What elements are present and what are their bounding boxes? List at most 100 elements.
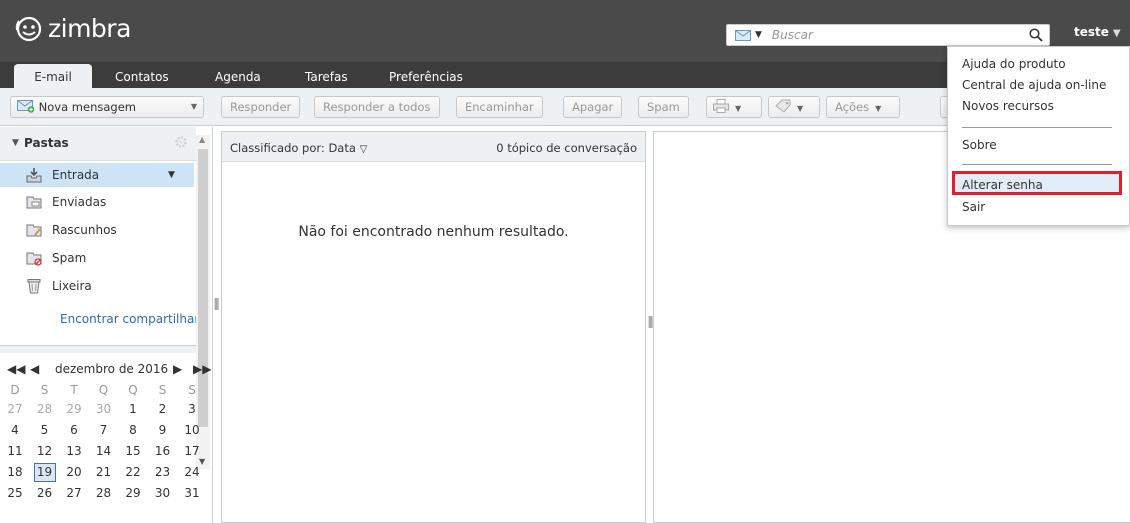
delete-button[interactable]: Apagar bbox=[563, 96, 623, 118]
tab-calendar[interactable]: Agenda bbox=[207, 67, 269, 88]
calendar-weekday: S bbox=[40, 383, 49, 397]
new-message-label: Nova mensagem bbox=[38, 100, 136, 114]
prev-year-icon[interactable]: ◀◀ bbox=[7, 362, 25, 376]
sort-caret-icon: ▽ bbox=[359, 144, 368, 155]
calendar-day[interactable]: 26 bbox=[34, 484, 56, 503]
calendar-day[interactable]: 15 bbox=[122, 442, 144, 461]
calendar-day[interactable]: 22 bbox=[122, 463, 144, 482]
calendar-day[interactable]: 6 bbox=[63, 421, 85, 440]
calendar-day[interactable]: 2 bbox=[152, 400, 174, 419]
calendar-day[interactable]: 27 bbox=[63, 484, 85, 503]
drafts-icon bbox=[26, 224, 42, 237]
menu-item-product-help[interactable]: Ajuda do produto bbox=[962, 57, 1066, 71]
find-shares-link[interactable]: Encontrar compartilhar bbox=[60, 312, 196, 326]
folder-inbox[interactable]: Entrada ▼ bbox=[0, 163, 194, 187]
folder-label: Lixeira bbox=[52, 279, 92, 293]
calendar-day[interactable]: 27 bbox=[4, 400, 26, 419]
new-message-button[interactable]: Nova mensagem ▼ bbox=[10, 96, 204, 118]
calendar-day[interactable]: 10 bbox=[181, 421, 203, 440]
calendar-day[interactable]: 18 bbox=[4, 463, 26, 482]
chevron-down-icon[interactable]: ▼ bbox=[168, 170, 175, 180]
new-message-dropdown-icon[interactable]: ▼ bbox=[191, 97, 197, 117]
zimbra-logo[interactable]: zimbra bbox=[14, 14, 131, 43]
tab-email[interactable]: E-mail bbox=[14, 64, 92, 88]
folder-drafts[interactable]: Rascunhos bbox=[0, 218, 194, 242]
calendar-day[interactable]: 7 bbox=[93, 421, 115, 440]
menu-item-logout[interactable]: Sair bbox=[962, 200, 985, 214]
message-list: Classificado por: Data ▽ 0 tópico de con… bbox=[221, 131, 646, 523]
calendar-day[interactable]: 19 bbox=[33, 463, 56, 482]
calendar-day[interactable]: 21 bbox=[93, 463, 115, 482]
logo-text: zimbra bbox=[48, 14, 131, 43]
folders-header[interactable]: ▼ Pastas bbox=[0, 127, 196, 161]
next-month-icon[interactable]: ▶ bbox=[173, 362, 182, 376]
calendar-day[interactable]: 29 bbox=[122, 484, 144, 503]
calendar-weekday: Q bbox=[128, 383, 138, 397]
menu-item-new-features[interactable]: Novos recursos bbox=[962, 99, 1054, 113]
calendar-day[interactable]: 29 bbox=[63, 400, 85, 419]
calendar-day[interactable]: 9 bbox=[152, 421, 174, 440]
calendar-weekday: S bbox=[188, 383, 196, 397]
calendar-day[interactable]: 16 bbox=[152, 442, 174, 461]
search-icon[interactable] bbox=[1029, 28, 1043, 42]
folder-spam[interactable]: Spam bbox=[0, 246, 194, 270]
left-resize-grip[interactable]: ▪ ▪ ▪ bbox=[214, 296, 219, 312]
user-name: teste bbox=[1074, 25, 1109, 39]
calendar-day[interactable]: 11 bbox=[4, 442, 26, 461]
calendar-day[interactable]: 28 bbox=[93, 484, 115, 503]
search-type-caret-icon[interactable]: ▼ bbox=[755, 30, 762, 40]
calendar-day[interactable]: 30 bbox=[93, 400, 115, 419]
calendar-day[interactable]: 12 bbox=[34, 442, 56, 461]
calendar-day[interactable]: 5 bbox=[34, 421, 56, 440]
menu-divider bbox=[962, 164, 1112, 165]
prev-month-icon[interactable]: ◀ bbox=[30, 362, 39, 376]
sort-dropdown[interactable]: Classificado por: Data ▽ bbox=[230, 141, 367, 155]
menu-item-online-help[interactable]: Central de ajuda on-line bbox=[962, 78, 1106, 92]
calendar-day[interactable]: 31 bbox=[181, 484, 203, 503]
calendar-day[interactable]: 13 bbox=[63, 442, 85, 461]
search-input[interactable] bbox=[771, 28, 992, 42]
calendar-day[interactable]: 8 bbox=[122, 421, 144, 440]
calendar-day[interactable]: 3 bbox=[181, 400, 203, 419]
collapse-folders-icon[interactable]: ▼ bbox=[12, 138, 19, 148]
calendar-day[interactable]: 14 bbox=[93, 442, 115, 461]
menu-item-change-password[interactable]: Alterar senha bbox=[962, 178, 1043, 192]
calendar-day[interactable]: 25 bbox=[4, 484, 26, 503]
search-box[interactable]: ▼ bbox=[726, 24, 1050, 46]
tab-contacts[interactable]: Contatos bbox=[107, 67, 177, 88]
calendar-day[interactable]: 4 bbox=[4, 421, 26, 440]
conversation-count: 0 tópico de conversação bbox=[496, 141, 637, 155]
calendar-day[interactable]: 23 bbox=[152, 463, 174, 482]
user-menu-button[interactable]: teste ▼ bbox=[1074, 25, 1121, 39]
print-button[interactable]: ▼ bbox=[706, 96, 762, 118]
tab-preferences[interactable]: Preferências bbox=[381, 67, 471, 88]
calendar-day[interactable]: 24 bbox=[181, 463, 203, 482]
next-year-icon[interactable]: ▶▶ bbox=[193, 362, 211, 376]
calendar-day[interactable]: 17 bbox=[181, 442, 203, 461]
folder-label: Entrada bbox=[52, 168, 100, 182]
folder-label: Enviadas bbox=[52, 195, 107, 209]
spam-button[interactable]: Spam bbox=[638, 96, 689, 118]
calendar-month-label[interactable]: dezembro de 2016 bbox=[55, 362, 168, 376]
reply-all-button[interactable]: Responder a todos bbox=[314, 96, 440, 118]
tag-icon bbox=[775, 99, 791, 113]
mail-search-type-icon[interactable] bbox=[735, 29, 751, 41]
inbox-icon bbox=[26, 168, 42, 183]
calendar-day[interactable]: 28 bbox=[34, 400, 56, 419]
folder-trash[interactable]: Lixeira bbox=[0, 274, 194, 298]
folder-sent[interactable]: Enviadas bbox=[0, 190, 194, 214]
tag-button[interactable]: ▼ bbox=[768, 96, 820, 118]
scroll-up-icon[interactable]: ▲ bbox=[199, 135, 205, 144]
menu-divider bbox=[962, 127, 1112, 128]
sidebar-splitter[interactable] bbox=[0, 345, 196, 353]
empty-message: Não foi encontrado nenhum resultado. bbox=[298, 224, 569, 240]
calendar-day[interactable]: 20 bbox=[63, 463, 85, 482]
gear-icon[interactable] bbox=[174, 135, 188, 149]
menu-item-about[interactable]: Sobre bbox=[962, 138, 997, 152]
calendar-day[interactable]: 30 bbox=[152, 484, 174, 503]
reply-button[interactable]: Responder bbox=[221, 96, 301, 118]
actions-button[interactable]: Ações ▼ bbox=[826, 96, 900, 118]
calendar-day[interactable]: 1 bbox=[122, 400, 144, 419]
forward-button[interactable]: Encaminhar bbox=[456, 96, 543, 118]
tab-tasks[interactable]: Tarefas bbox=[297, 67, 356, 88]
